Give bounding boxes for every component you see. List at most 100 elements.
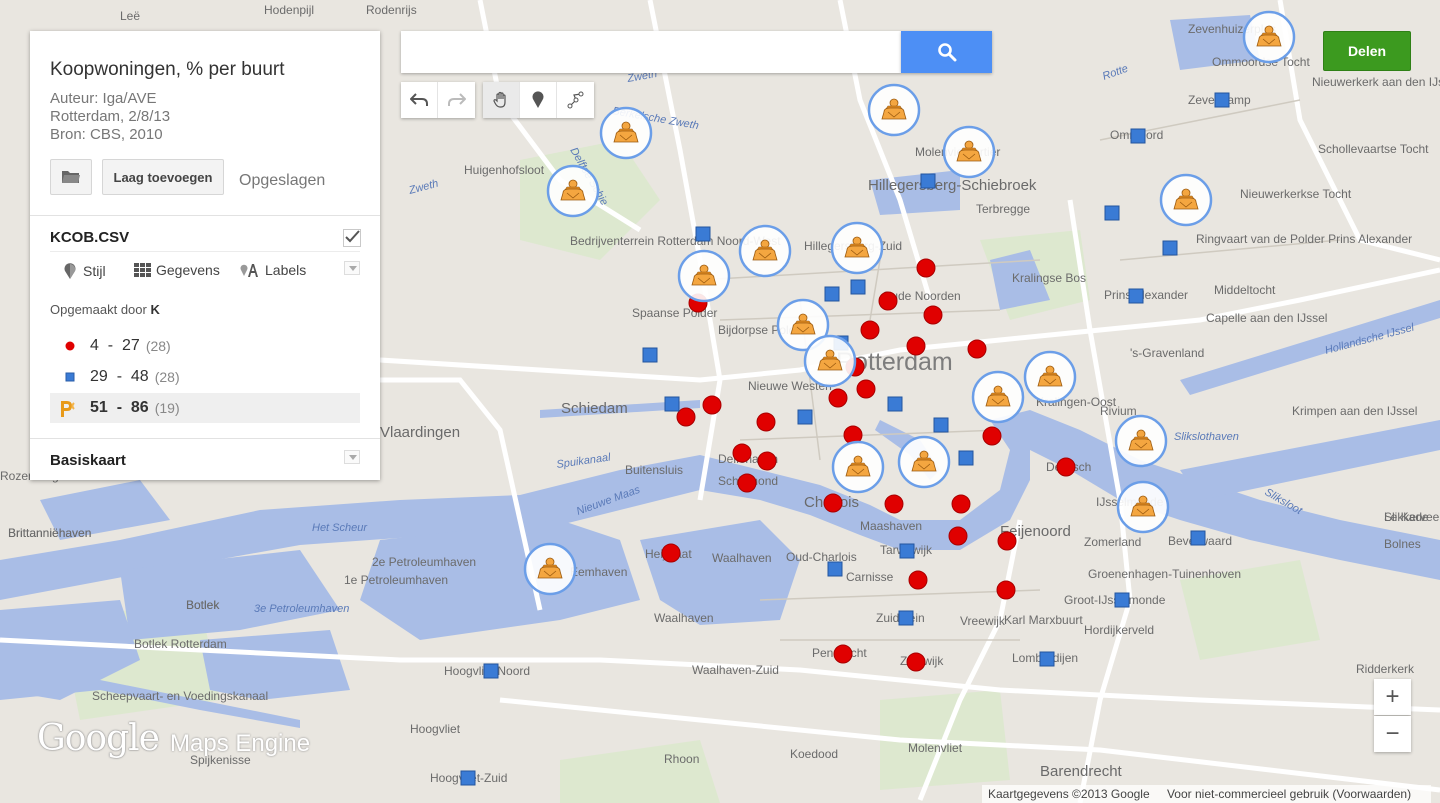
red-marker[interactable] bbox=[702, 395, 722, 415]
hand-tool-button[interactable] bbox=[483, 82, 520, 118]
add-layer-button[interactable]: Laag toevoegen bbox=[102, 159, 224, 195]
red-marker[interactable] bbox=[948, 526, 968, 546]
search-button[interactable] bbox=[901, 31, 992, 73]
red-marker[interactable] bbox=[757, 451, 777, 471]
person-marker[interactable] bbox=[1114, 414, 1168, 468]
red-marker[interactable] bbox=[923, 305, 943, 325]
red-marker[interactable] bbox=[884, 494, 904, 514]
blue-marker[interactable] bbox=[827, 561, 843, 577]
layer-options-dropdown[interactable] bbox=[344, 261, 360, 275]
zoom-out-button[interactable]: − bbox=[1374, 716, 1411, 752]
map-place-label: 2e Petroleumhaven bbox=[372, 555, 476, 569]
person-marker[interactable] bbox=[738, 224, 792, 278]
map-title[interactable]: Koopwoningen, % per buurt bbox=[50, 59, 285, 81]
person-marker[interactable] bbox=[1242, 10, 1296, 64]
red-marker[interactable] bbox=[756, 412, 776, 432]
red-marker[interactable] bbox=[967, 339, 987, 359]
red-marker[interactable] bbox=[860, 320, 880, 340]
blue-marker[interactable] bbox=[1130, 128, 1146, 144]
blue-marker[interactable] bbox=[460, 770, 476, 786]
blue-marker[interactable] bbox=[664, 396, 680, 412]
undo-button[interactable] bbox=[401, 82, 438, 118]
legend-row[interactable]: 51 - 86 (19) bbox=[50, 393, 360, 423]
red-marker[interactable] bbox=[737, 473, 757, 493]
add-marker-button[interactable] bbox=[520, 82, 557, 118]
blue-marker[interactable] bbox=[920, 173, 936, 189]
map-place-label: Groenenhagen-Tuinenhoven bbox=[1088, 567, 1241, 581]
blue-marker[interactable] bbox=[887, 396, 903, 412]
person-marker[interactable] bbox=[523, 542, 577, 596]
blue-marker[interactable] bbox=[1114, 592, 1130, 608]
save-status: Opgeslagen bbox=[239, 172, 326, 189]
map-place-label: Buitensluis bbox=[625, 463, 683, 477]
person-marker[interactable] bbox=[897, 435, 951, 489]
person-marker[interactable] bbox=[830, 221, 884, 275]
legend-row[interactable]: 4 - 27 (28) bbox=[50, 331, 360, 361]
person-marker[interactable] bbox=[1159, 173, 1213, 227]
person-marker[interactable] bbox=[867, 83, 921, 137]
person-marker[interactable] bbox=[677, 249, 731, 303]
blue-marker[interactable] bbox=[850, 279, 866, 295]
red-marker[interactable] bbox=[1056, 457, 1076, 477]
person-marker[interactable] bbox=[1116, 480, 1170, 534]
blue-marker[interactable] bbox=[483, 663, 499, 679]
blue-marker[interactable] bbox=[1162, 240, 1178, 256]
blue-marker[interactable] bbox=[797, 409, 813, 425]
terms-link[interactable]: Voor niet-commercieel gebruik (Voorwaard… bbox=[1167, 787, 1411, 801]
blue-marker[interactable] bbox=[898, 610, 914, 626]
person-marker[interactable] bbox=[971, 370, 1025, 424]
labels-button[interactable]: Labels bbox=[240, 262, 306, 278]
red-marker[interactable] bbox=[823, 493, 843, 513]
blue-marker[interactable] bbox=[642, 347, 658, 363]
person-marker[interactable] bbox=[546, 164, 600, 218]
red-marker[interactable] bbox=[661, 543, 681, 563]
person-marker[interactable] bbox=[942, 125, 996, 179]
red-marker[interactable] bbox=[878, 291, 898, 311]
blue-marker[interactable] bbox=[1214, 92, 1230, 108]
open-map-button[interactable] bbox=[50, 159, 92, 195]
map-place-label: Capelle aan den IJssel bbox=[1206, 311, 1327, 325]
red-marker[interactable] bbox=[997, 531, 1017, 551]
red-marker[interactable] bbox=[916, 258, 936, 278]
person-marker[interactable] bbox=[599, 106, 653, 160]
blue-marker[interactable] bbox=[824, 286, 840, 302]
draw-line-button[interactable] bbox=[557, 82, 594, 118]
person-marker[interactable] bbox=[1023, 350, 1077, 404]
search-input[interactable] bbox=[401, 31, 901, 73]
red-marker[interactable] bbox=[982, 426, 1002, 446]
red-marker[interactable] bbox=[828, 388, 848, 408]
data-label: Gegevens bbox=[156, 262, 220, 278]
red-marker[interactable] bbox=[908, 570, 928, 590]
red-marker[interactable] bbox=[906, 336, 926, 356]
red-marker[interactable] bbox=[951, 494, 971, 514]
red-marker[interactable] bbox=[833, 644, 853, 664]
table-icon bbox=[134, 263, 151, 277]
blue-marker[interactable] bbox=[933, 417, 949, 433]
blue-marker[interactable] bbox=[899, 543, 915, 559]
zoom-in-button[interactable]: + bbox=[1374, 679, 1411, 715]
blue-marker[interactable] bbox=[1104, 205, 1120, 221]
blue-square-icon bbox=[65, 372, 75, 382]
blue-marker[interactable] bbox=[1128, 288, 1144, 304]
blue-marker[interactable] bbox=[1190, 530, 1206, 546]
data-button[interactable]: Gegevens bbox=[134, 262, 220, 278]
redo-button[interactable] bbox=[438, 82, 475, 118]
red-marker[interactable] bbox=[906, 652, 926, 672]
blue-marker[interactable] bbox=[1039, 651, 1055, 667]
person-marker[interactable] bbox=[803, 334, 857, 388]
red-marker[interactable] bbox=[996, 580, 1016, 600]
style-button[interactable]: Stijl bbox=[62, 262, 106, 280]
map-place-label: Karl Marxbuurt bbox=[1004, 613, 1083, 627]
share-button[interactable]: Delen bbox=[1323, 31, 1411, 71]
layer-name[interactable]: KCOB.CSV bbox=[50, 229, 129, 246]
basemap-dropdown[interactable] bbox=[344, 450, 360, 464]
red-marker[interactable] bbox=[676, 407, 696, 427]
blue-marker[interactable] bbox=[958, 450, 974, 466]
layer-visibility-checkbox[interactable] bbox=[343, 229, 361, 247]
legend-row[interactable]: 29 - 48 (28) bbox=[50, 362, 360, 392]
blue-marker[interactable] bbox=[695, 226, 711, 242]
basemap-label[interactable]: Basiskaart bbox=[50, 452, 126, 469]
red-marker[interactable] bbox=[856, 379, 876, 399]
red-marker[interactable] bbox=[732, 443, 752, 463]
person-marker[interactable] bbox=[831, 440, 885, 494]
